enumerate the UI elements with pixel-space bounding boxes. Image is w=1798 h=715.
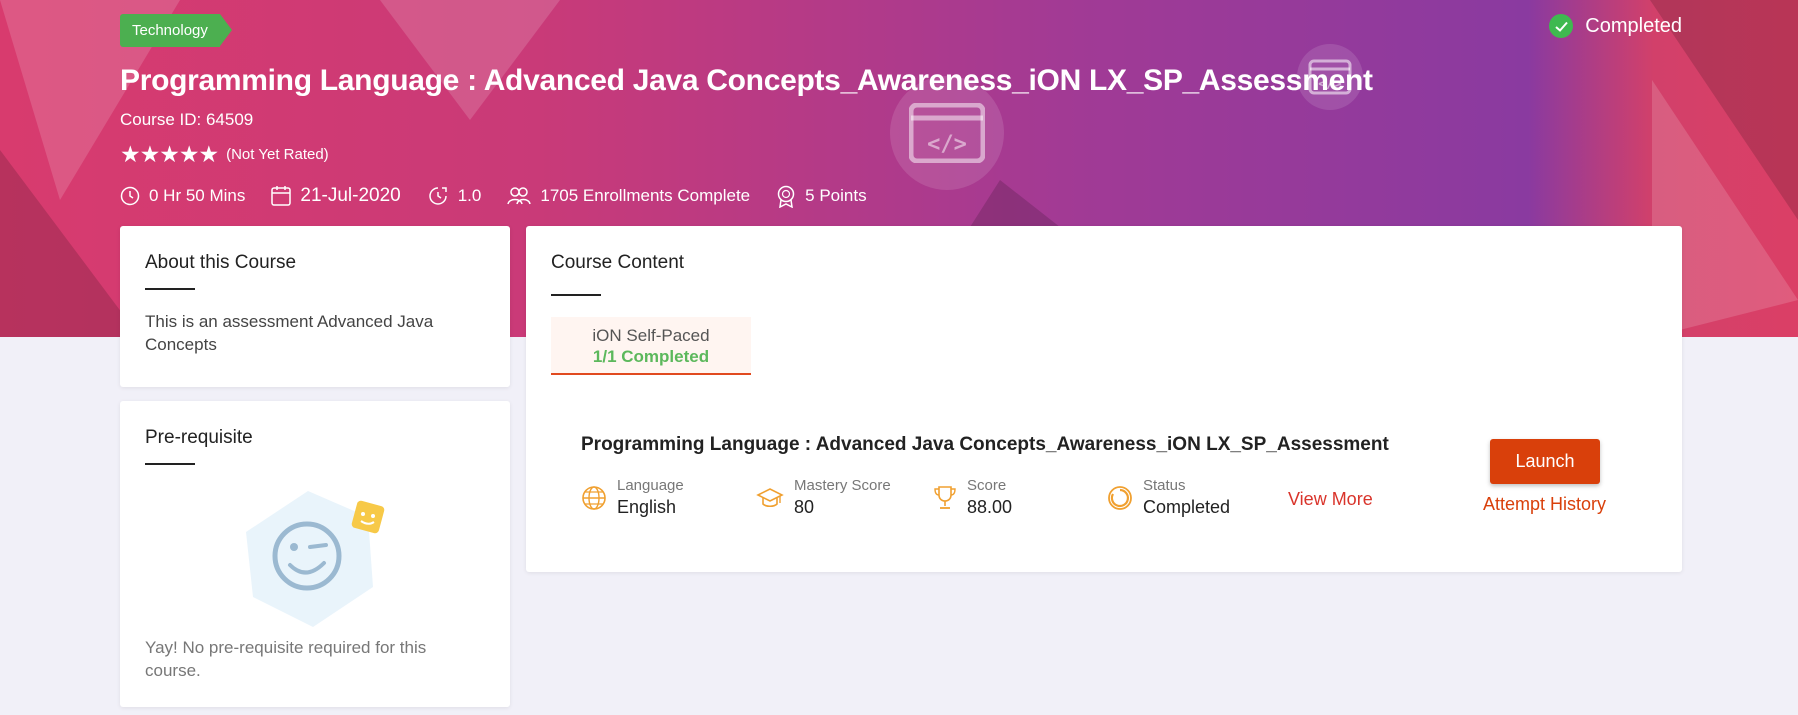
mastery-score-value: 80 <box>794 497 815 517</box>
about-heading: About this Course <box>145 252 297 273</box>
version-clock-icon <box>429 187 447 205</box>
tab-ion-self-paced[interactable]: iON Self-Paced 1/1 Completed <box>551 317 751 375</box>
enrollments-value: 1705 Enrollments Complete <box>540 186 751 205</box>
category-tag: Technology <box>120 14 232 47</box>
tab-progress: 1/1 Completed <box>592 347 710 366</box>
prerequisite-card: Pre-requisite Yay! No pre-requisite requ… <box>120 401 510 707</box>
calendar-icon <box>271 186 292 206</box>
course-meta-row: 0 Hr 50 Mins 21-Jul-2020 1.0 1705 Enroll… <box>120 184 893 208</box>
mastery-score-label: Mastery Score <box>794 477 891 494</box>
prerequisite-heading: Pre-requisite <box>145 427 253 448</box>
score-value: 88.00 <box>967 497 1013 517</box>
winking-smiley-illustration <box>246 491 385 627</box>
status-label: Status <box>1143 477 1186 494</box>
svg-text:</>: </> <box>927 132 967 157</box>
content-item-title: Programming Language : Advanced Java Con… <box>581 434 1389 455</box>
prerequisite-message: Yay! No pre-requisite required for this … <box>145 638 427 680</box>
status-value: Completed <box>1143 497 1231 517</box>
enrollments-meta: 1705 Enrollments Complete <box>507 186 750 206</box>
language-value: English <box>617 497 677 517</box>
tab-label: iON Self-Paced <box>592 326 710 345</box>
version-value: 1.0 <box>457 186 482 205</box>
rating-label: (Not Yet Rated) <box>226 146 329 163</box>
completion-status-label: Completed <box>1585 14 1682 37</box>
mastery-score-stat: Mastery Score 80 <box>756 477 891 518</box>
medal-icon <box>777 185 795 208</box>
course-content-heading: Course Content <box>551 252 685 273</box>
course-title: Programming Language : Advanced Java Con… <box>120 64 1373 97</box>
date-value: 21-Jul-2020 <box>300 185 401 206</box>
globe-icon <box>582 485 606 510</box>
duration-value: 0 Hr 50 Mins <box>149 186 246 205</box>
trophy-icon <box>934 485 956 509</box>
about-course-card: About this Course This is an assessment … <box>120 226 510 387</box>
course-id: Course ID: 64509 <box>120 110 254 129</box>
users-icon <box>507 187 532 205</box>
about-description: This is an assessment Advanced Java Conc… <box>145 312 434 354</box>
course-content-card: Course Content <box>526 226 1682 572</box>
completion-status: Completed <box>1549 14 1682 38</box>
about-heading-underline <box>145 288 195 290</box>
clock-icon <box>120 186 140 206</box>
status-ring-icon <box>1108 485 1132 510</box>
language-stat: Language English <box>581 477 684 518</box>
date-meta: 21-Jul-2020 <box>271 185 401 207</box>
language-label: Language <box>617 477 684 494</box>
check-circle-icon <box>1549 14 1574 38</box>
duration-meta: 0 Hr 50 Mins <box>120 186 245 206</box>
star-rating-icon[interactable]: ★★★★★ <box>120 141 219 168</box>
points-value: 5 Points <box>805 186 867 205</box>
points-meta: 5 Points <box>776 184 867 208</box>
course-rating: ★★★★★ (Not Yet Rated) <box>120 141 329 168</box>
attempt-history-link[interactable]: Attempt History <box>1483 494 1606 515</box>
version-meta: 1.0 <box>427 185 482 207</box>
score-label: Score <box>967 477 1007 494</box>
launch-button[interactable]: Launch <box>1490 439 1600 484</box>
course-content-underline <box>551 294 601 296</box>
prerequisite-heading-underline <box>145 463 195 465</box>
view-more-link[interactable]: View More <box>1288 489 1373 510</box>
status-stat: Status Completed <box>1107 477 1230 518</box>
graduation-cap-icon <box>756 487 784 507</box>
score-stat: Score 88.00 <box>933 477 1012 518</box>
